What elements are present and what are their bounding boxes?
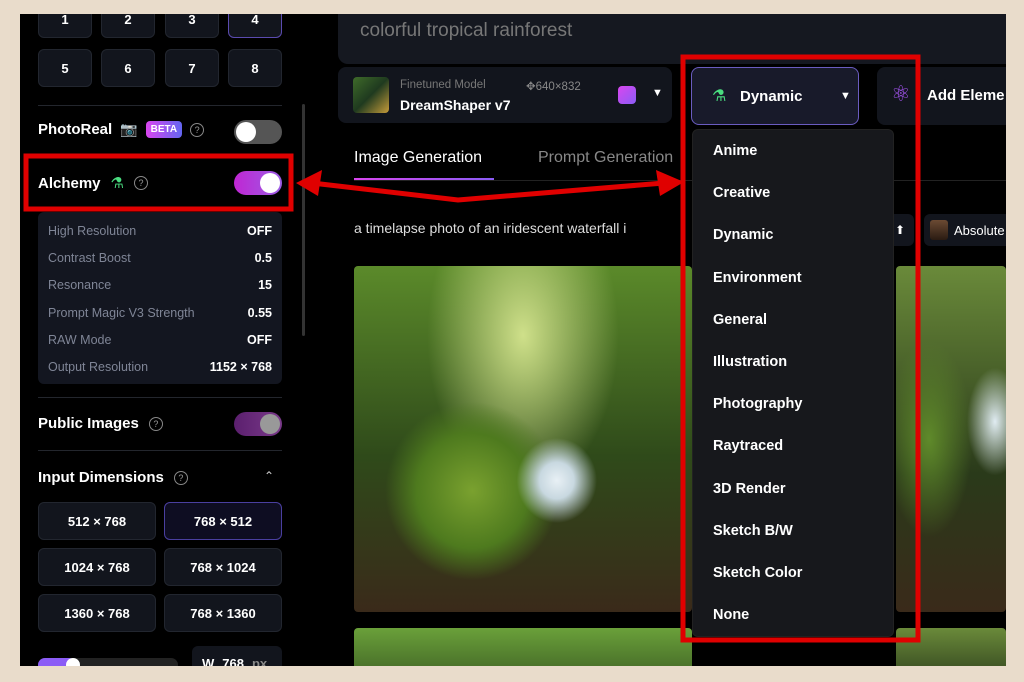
arrow-right-head xyxy=(656,170,684,196)
alchemy-highlight-box xyxy=(23,153,294,212)
arrow-line xyxy=(311,180,665,203)
annotation-overlay xyxy=(23,54,921,643)
dropdown-highlight-box xyxy=(680,54,921,643)
arrow-left-head xyxy=(296,170,322,196)
